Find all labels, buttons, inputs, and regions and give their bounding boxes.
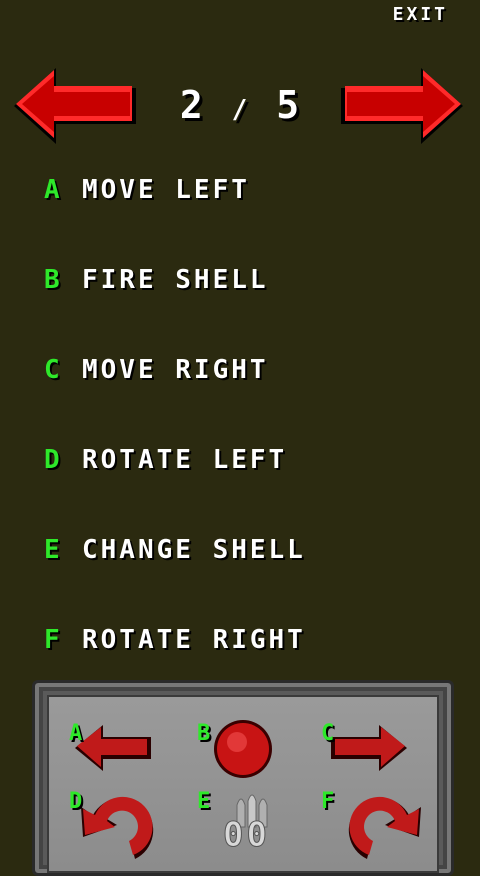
mapping-row-e: E CHANGE SHELL	[44, 532, 306, 568]
mapping-key: D	[44, 445, 63, 475]
mapping-key: F	[44, 625, 63, 655]
mapping-key: B	[44, 265, 63, 295]
big-right-arrow-icon	[341, 68, 463, 144]
mapping-row-c: C MOVE RIGHT	[44, 352, 269, 388]
mapping-action: ROTATE LEFT	[82, 445, 288, 475]
control-label-e: E	[197, 789, 214, 814]
control-label-b: B	[197, 721, 214, 746]
mapping-action: FIRE SHELL	[82, 265, 269, 295]
shell-counter: 00	[223, 815, 270, 856]
right-arrow-icon[interactable]	[329, 721, 409, 775]
mapping-row-f: F ROTATE RIGHT	[44, 622, 306, 658]
mapping-action: ROTATE RIGHT	[82, 625, 306, 655]
mapping-key: C	[44, 355, 63, 385]
page-separator: /	[231, 95, 251, 125]
mapping-row-a: A MOVE LEFT	[44, 172, 250, 208]
rotate-right-icon[interactable]	[339, 785, 429, 865]
big-left-arrow-icon	[14, 68, 136, 144]
mapping-action: MOVE RIGHT	[82, 355, 269, 385]
mapping-action: MOVE LEFT	[82, 175, 250, 205]
next-page-button[interactable]	[339, 66, 465, 146]
mapping-row-b: B FIRE SHELL	[44, 262, 269, 298]
fire-button-icon[interactable]	[211, 717, 275, 781]
current-page: 2	[179, 83, 206, 127]
control-label-f: F	[321, 789, 338, 814]
total-pages: 5	[276, 83, 303, 127]
control-label-d: D	[69, 789, 86, 814]
control-label-a: A	[69, 721, 86, 746]
controller-panel: A B C D 00 E F	[32, 680, 454, 876]
mapping-row-d: D ROTATE LEFT	[44, 442, 287, 478]
mapping-key: E	[44, 535, 63, 565]
mapping-action: CHANGE SHELL	[82, 535, 306, 565]
exit-button[interactable]: EXIT	[393, 4, 448, 25]
mapping-key: A	[44, 175, 63, 205]
controller-pad: A B C D 00 E F	[47, 695, 439, 873]
page-indicator: 2 / 5	[176, 80, 306, 130]
previous-page-button[interactable]	[12, 66, 138, 146]
control-label-c: C	[321, 721, 338, 746]
rotate-left-icon[interactable]	[73, 785, 163, 865]
